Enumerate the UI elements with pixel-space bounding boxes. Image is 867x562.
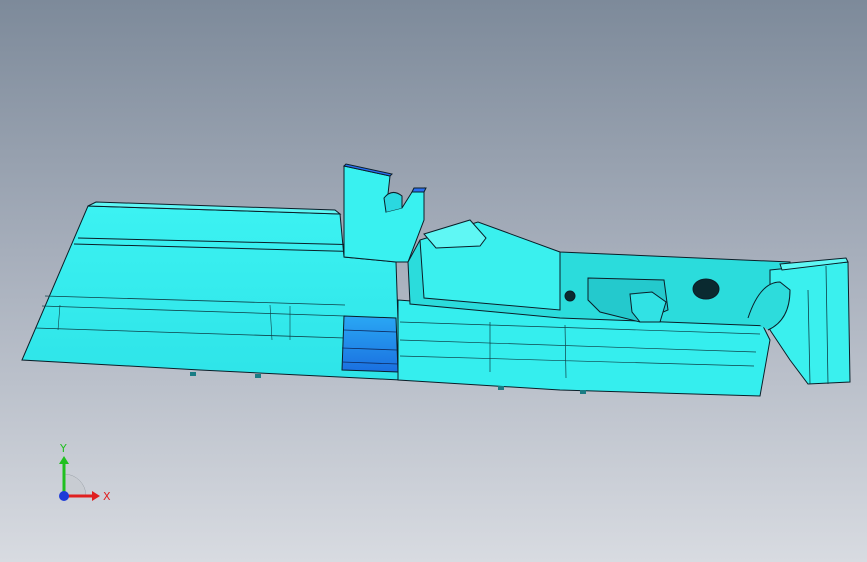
graphics-viewport[interactable]: X Y: [0, 0, 867, 562]
z-axis-dot: [59, 491, 69, 501]
x-arrow-icon: [92, 491, 100, 501]
y-arrow-icon: [59, 456, 69, 464]
y-axis-label: Y: [59, 442, 67, 455]
x-axis-label: X: [103, 490, 111, 503]
tab-rib[interactable]: [343, 165, 425, 263]
hole-oval[interactable]: [692, 278, 720, 300]
view-orientation-triad[interactable]: X Y: [40, 436, 120, 516]
hole-small[interactable]: [564, 290, 576, 302]
tab-rib-top-right: [411, 187, 427, 193]
part-3d-model[interactable]: [0, 0, 867, 562]
